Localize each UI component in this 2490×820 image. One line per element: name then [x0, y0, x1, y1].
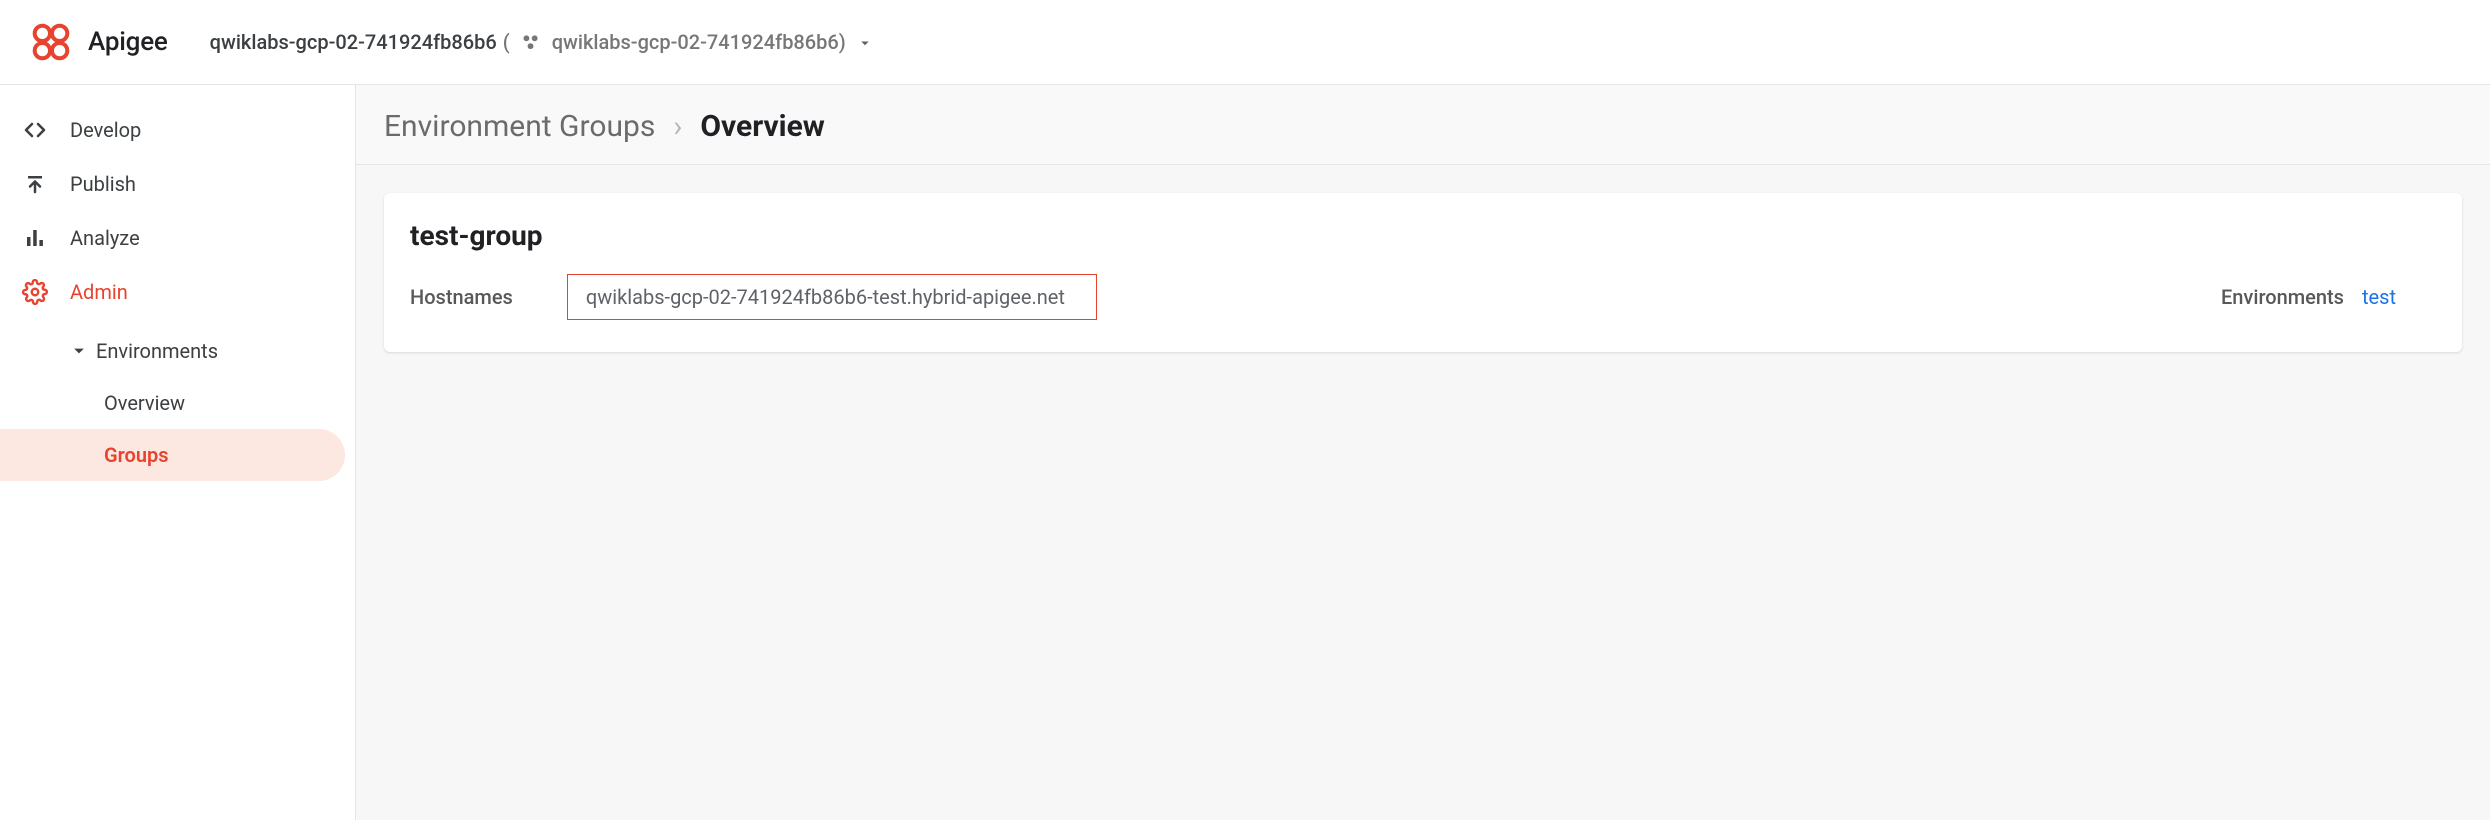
sidebar-item-admin[interactable]: Admin	[0, 265, 355, 319]
hostname-value: qwiklabs-gcp-02-741924fb86b6-test.hybrid…	[567, 274, 1097, 320]
analyze-icon	[22, 225, 48, 251]
breadcrumb-parent[interactable]: Environment Groups	[384, 109, 655, 144]
sidebar-item-develop[interactable]: Develop	[0, 103, 355, 157]
sidebar-item-label: Develop	[70, 118, 141, 142]
project-bullets-icon	[520, 31, 542, 53]
develop-icon	[22, 117, 48, 143]
gear-icon	[22, 279, 48, 305]
caret-down-icon	[72, 344, 86, 358]
sidebar-item-label: Analyze	[70, 226, 140, 250]
env-group-card: test-group Hostnames qwiklabs-gcp-02-741…	[384, 193, 2462, 352]
sidebar-item-label: Admin	[70, 280, 128, 304]
apigee-logo-icon	[28, 19, 74, 65]
sidebar-item-publish[interactable]: Publish	[0, 157, 355, 211]
project-detail: qwiklabs-gcp-02-741924fb86b6)	[552, 30, 846, 54]
publish-icon	[22, 171, 48, 197]
open-paren: (	[503, 30, 510, 54]
sidebar-subitem-groups[interactable]: Groups	[0, 429, 345, 481]
environments-label: Environments	[2221, 285, 2344, 309]
sidebar-subgroup-environments: Environments Overview Groups	[0, 325, 355, 481]
project-name: qwiklabs-gcp-02-741924fb86b6	[210, 30, 497, 54]
sidebar-item-analyze[interactable]: Analyze	[0, 211, 355, 265]
environment-link[interactable]: test	[2362, 285, 2396, 309]
chevron-down-icon	[856, 33, 874, 51]
sidebar-subitem-label: Groups	[104, 443, 169, 467]
main: Environment Groups › Overview test-group…	[356, 85, 2490, 820]
project-selector[interactable]: qwiklabs-gcp-02-741924fb86b6 ( qwiklabs-…	[210, 30, 874, 54]
sidebar-subitem-overview[interactable]: Overview	[0, 377, 345, 429]
sidebar-subgroup-label: Environments	[96, 339, 218, 363]
chevron-right-icon: ›	[673, 109, 682, 144]
brand-name: Apigee	[88, 27, 168, 57]
header: Apigee qwiklabs-gcp-02-741924fb86b6 ( qw…	[0, 0, 2490, 85]
brand-logo[interactable]: Apigee	[28, 19, 168, 65]
sidebar-item-label: Publish	[70, 172, 136, 196]
card-title: test-group	[410, 219, 2436, 252]
breadcrumb: Environment Groups › Overview	[356, 85, 2490, 165]
sidebar-subitem-label: Overview	[104, 391, 185, 415]
hostnames-label: Hostnames	[410, 285, 513, 309]
sidebar: Develop Publish	[0, 85, 356, 820]
breadcrumb-current: Overview	[700, 109, 825, 144]
sidebar-subgroup-header[interactable]: Environments	[0, 325, 355, 377]
